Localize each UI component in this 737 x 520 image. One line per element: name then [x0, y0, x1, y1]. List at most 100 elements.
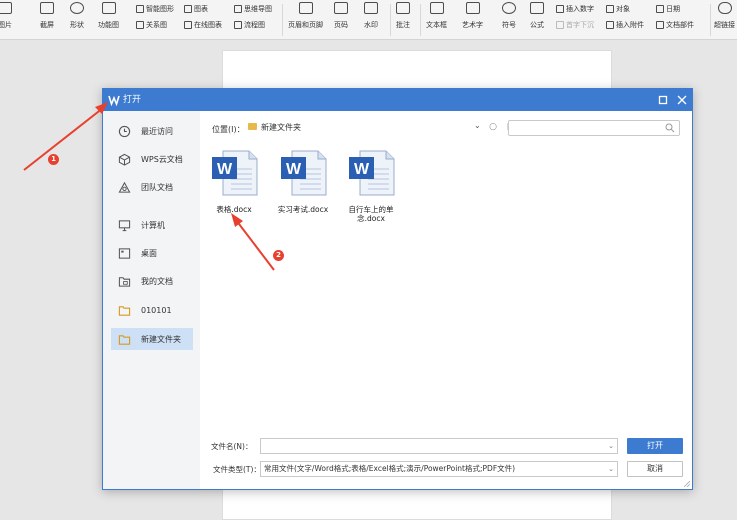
ribbon-mindmap-button[interactable]: 思维导图 — [234, 4, 272, 14]
close-icon — [677, 95, 687, 105]
insert-number-icon — [556, 5, 564, 13]
maximize-button[interactable] — [655, 92, 671, 108]
hyperlink-icon — [717, 2, 732, 14]
ribbon-function-chart-button[interactable]: 功能图 — [98, 2, 119, 30]
chevron-down-icon[interactable]: ⌄ — [608, 462, 614, 476]
ribbon-screenshot-button[interactable]: 截屏 — [40, 2, 54, 30]
comment-icon — [396, 2, 410, 14]
location-dropdown[interactable]: 新建文件夹 — [248, 120, 384, 136]
svg-text:W: W — [286, 161, 302, 178]
sidebar-item-010101[interactable]: 010101 — [111, 299, 193, 321]
ribbon-insert-number-button[interactable]: 插入数字 — [556, 4, 594, 14]
sidebar-item-computer[interactable]: 计算机 — [111, 214, 193, 236]
wordart-icon — [465, 2, 480, 14]
attachment-icon — [606, 21, 614, 29]
wps-logo-icon — [108, 95, 120, 106]
ribbon-symbol-button[interactable]: 符号 — [502, 2, 516, 30]
ribbon-object-button[interactable]: 对象 — [606, 4, 630, 14]
ribbon-dropcap-button[interactable]: 首字下沉 — [556, 20, 594, 30]
cancel-button[interactable]: 取消 — [627, 461, 683, 477]
ribbon-online-chart-button[interactable]: 在线图表 — [184, 20, 222, 30]
function-chart-icon — [101, 2, 116, 14]
clock-icon — [118, 125, 130, 137]
team-icon — [118, 181, 130, 193]
relation-chart-icon — [136, 21, 144, 29]
word-doc-icon: W — [281, 150, 327, 196]
back-icon[interactable]: ○ — [486, 120, 500, 134]
sidebar-item-desktop[interactable]: 桌面 — [111, 242, 193, 264]
annotation-badge: 1 — [48, 154, 59, 165]
file-item[interactable]: W 表格.docx — [203, 147, 265, 214]
resize-grip-icon[interactable] — [684, 481, 690, 487]
ribbon-page-number-button[interactable]: 页码 — [334, 2, 348, 30]
symbol-icon — [502, 2, 516, 14]
screenshot-icon — [40, 2, 54, 14]
filename-label: 文件名(N)： — [211, 442, 253, 451]
annotation-badge: 2 — [273, 250, 284, 261]
date-icon — [656, 5, 664, 13]
filetype-label: 文件类型(T)： — [213, 465, 261, 474]
ribbon-chart-button[interactable]: 图表 — [184, 4, 208, 14]
chevron-down-icon[interactable]: ⌄ — [474, 121, 481, 130]
ribbon-textbox-button[interactable]: 文本框 — [426, 2, 447, 30]
maximize-icon — [658, 95, 668, 105]
ribbon-picture-button[interactable]: 图片 — [0, 2, 12, 30]
filetype-select[interactable]: 常用文件(文字/Word格式;表格/Excel格式;演示/PowerPoint格… — [260, 461, 618, 477]
picture-icon — [0, 2, 12, 14]
open-button[interactable]: 打开 — [627, 438, 683, 454]
sidebar-item-recent[interactable]: 最近访问 — [111, 120, 193, 142]
ribbon-separator — [710, 4, 711, 36]
sidebar-item-wps-cloud[interactable]: WPS云文档 — [111, 148, 193, 170]
ribbon-shapes-button[interactable]: 形状 — [70, 2, 84, 30]
ribbon-attachment-button[interactable]: 插入附件 — [606, 20, 644, 30]
object-icon — [606, 5, 614, 13]
filetype-row: 文件类型(T)： 常用文件(文字/Word格式;表格/Excel格式;演示/Po… — [200, 461, 692, 477]
formula-icon — [530, 2, 544, 14]
close-button[interactable] — [674, 92, 690, 108]
location-label: 位置(I)： — [212, 125, 245, 134]
ribbon-hyperlink-button[interactable]: 超链接 — [714, 2, 735, 30]
cloud-cube-icon — [118, 153, 130, 166]
watermark-icon — [364, 2, 378, 14]
shapes-icon — [70, 2, 84, 14]
chevron-down-icon[interactable]: ⌄ — [608, 439, 614, 453]
ribbon-header-footer-button[interactable]: 页眉和页脚 — [288, 2, 323, 30]
dialog-sidebar: 最近访问 WPS云文档 团队文档 计算机 桌面 我的文档 010101 新建文件… — [103, 111, 200, 489]
doc-parts-icon — [656, 21, 664, 29]
flowchart-icon — [234, 21, 242, 29]
ribbon-formula-button[interactable]: 公式 — [530, 2, 544, 30]
ribbon-smartart-button[interactable]: 智能图形 — [136, 4, 174, 14]
file-item[interactable]: W 实习考试.docx — [272, 147, 334, 214]
sidebar-item-my-documents[interactable]: 我的文档 — [111, 270, 193, 292]
my-documents-icon — [118, 276, 130, 287]
folder-icon — [118, 305, 130, 316]
dialog-title: 打开 — [123, 95, 142, 105]
ribbon-toolbar: 图片 截屏 形状 功能图 智能图形 关系图 图表 在线图表 思维导图 流程图 页… — [0, 0, 737, 40]
dropcap-icon — [556, 21, 564, 29]
computer-icon — [118, 219, 130, 231]
svg-text:W: W — [354, 161, 370, 178]
ribbon-date-button[interactable]: 日期 — [656, 4, 680, 14]
ribbon-doc-parts-button[interactable]: 文档部件 — [656, 20, 694, 30]
word-doc-icon: W — [349, 150, 395, 196]
filename-input[interactable]: ⌄ — [260, 438, 618, 454]
ribbon-watermark-button[interactable]: 水印 — [364, 2, 378, 30]
desktop-icon — [118, 247, 130, 259]
file-item[interactable]: W 自行车上的单念.docx — [340, 147, 402, 223]
ribbon-relation-chart-button[interactable]: 关系图 — [136, 20, 167, 30]
dialog-content: 位置(I)： 新建文件夹 ⌄ ○ □ W 表格.docx — [200, 111, 692, 489]
smartart-icon — [136, 5, 144, 13]
sidebar-item-team-docs[interactable]: 团队文档 — [111, 176, 193, 198]
sidebar-item-new-folder[interactable]: 新建文件夹 — [111, 328, 193, 350]
filename-row: 文件名(N)： ⌄ 打开 — [200, 438, 692, 454]
ribbon-flowchart-button[interactable]: 流程图 — [234, 20, 265, 30]
header-footer-icon — [298, 2, 313, 14]
folder-icon — [118, 334, 130, 345]
ribbon-comment-button[interactable]: 批注 — [396, 2, 410, 30]
page-number-icon — [334, 2, 348, 14]
mindmap-icon — [234, 5, 242, 13]
search-icon — [665, 123, 675, 133]
search-input[interactable] — [508, 120, 680, 136]
dialog-titlebar[interactable]: 打开 — [103, 89, 692, 111]
ribbon-wordart-button[interactable]: 艺术字 — [462, 2, 483, 30]
